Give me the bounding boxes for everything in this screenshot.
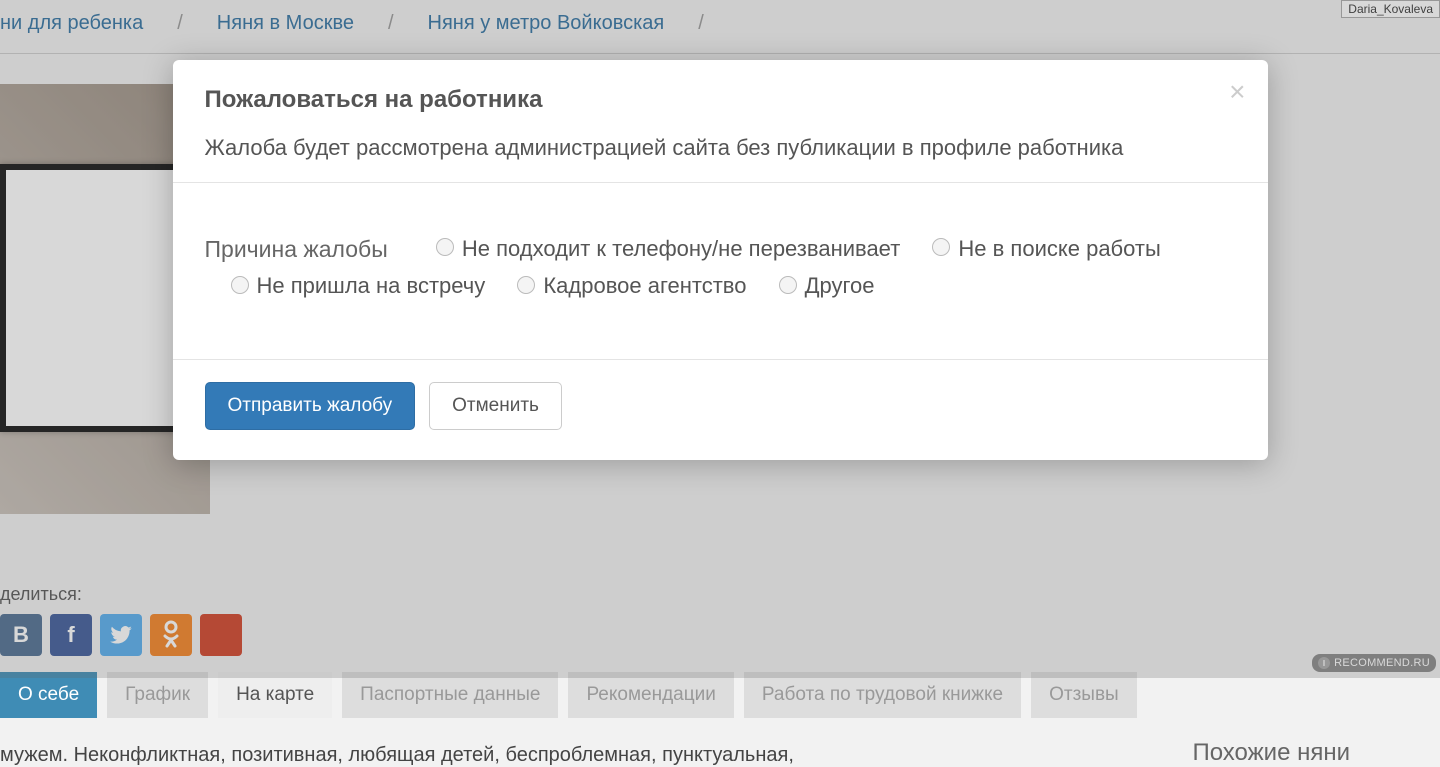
tab-recommendations[interactable]: Рекомендации [568, 672, 733, 718]
option-label: Не подходит к телефону/не перезванивает [462, 231, 900, 266]
radio-input[interactable] [932, 238, 950, 256]
submit-button[interactable]: Отправить жалобу [205, 382, 416, 430]
close-icon[interactable]: × [1229, 78, 1245, 106]
tab-about[interactable]: О себе [0, 672, 97, 718]
profile-description: мужем. Неконфликтная, позитивная, любяща… [0, 744, 794, 767]
complaint-modal: × Пожаловаться на работника Жалоба будет… [173, 60, 1268, 460]
tab-schedule[interactable]: График [107, 672, 208, 718]
reason-option[interactable]: Не подходит к телефону/не перезванивает [436, 231, 900, 266]
reason-option[interactable]: Не в поиске работы [932, 231, 1160, 266]
tab-map[interactable]: На карте [218, 672, 332, 718]
cancel-button[interactable]: Отменить [429, 382, 562, 430]
tab-reviews[interactable]: Отзывы [1031, 672, 1137, 718]
modal-overlay: × Пожаловаться на работника Жалоба будет… [0, 0, 1440, 678]
option-label: Кадровое агентство [543, 268, 746, 303]
option-label: Не пришла на встречу [257, 268, 486, 303]
modal-body: Причина жалобы Не подходит к телефону/не… [173, 183, 1268, 359]
reason-option[interactable]: Не пришла на встречу [231, 268, 486, 303]
modal-subtitle: Жалоба будет рассмотрена администрацией … [205, 132, 1236, 164]
reason-label: Причина жалобы [205, 236, 388, 262]
modal-title: Пожаловаться на работника [205, 86, 1236, 114]
radio-input[interactable] [779, 276, 797, 294]
tab-work-record[interactable]: Работа по трудовой книжке [744, 672, 1021, 718]
tab-passport[interactable]: Паспортные данные [342, 672, 558, 718]
radio-input[interactable] [231, 276, 249, 294]
similar-heading: Похожие няни [1192, 739, 1350, 767]
profile-tabs: О себе График На карте Паспортные данные… [0, 672, 1137, 718]
option-label: Другое [805, 268, 875, 303]
reason-option[interactable]: Кадровое агентство [517, 268, 746, 303]
radio-input[interactable] [436, 238, 454, 256]
radio-input[interactable] [517, 276, 535, 294]
option-label: Не в поиске работы [958, 231, 1160, 266]
reason-option[interactable]: Другое [779, 268, 875, 303]
